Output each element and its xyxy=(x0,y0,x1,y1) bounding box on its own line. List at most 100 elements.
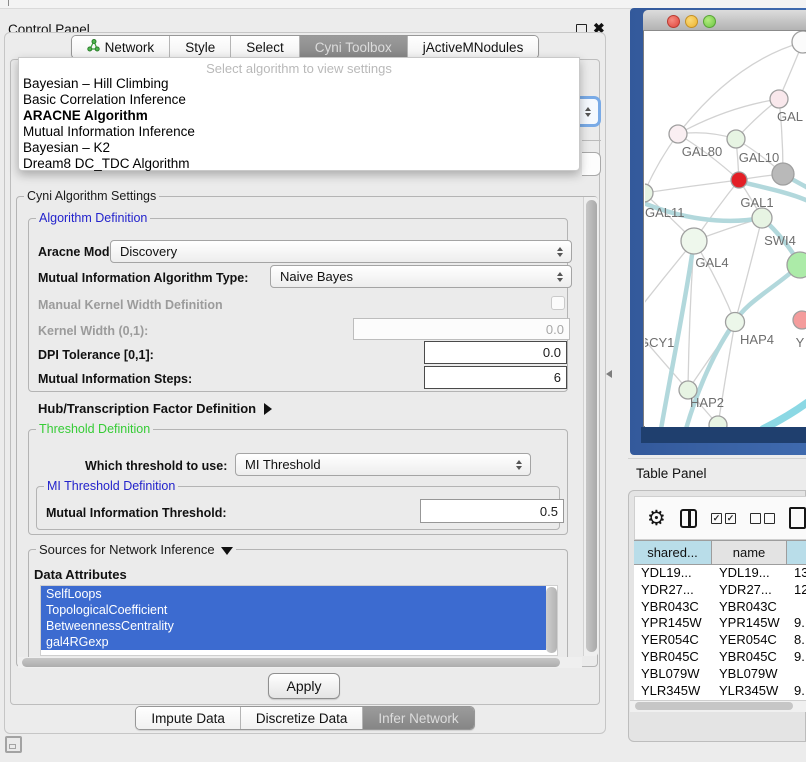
network-node-swi4[interactable] xyxy=(752,208,772,228)
hidden-groupbox-edge xyxy=(582,140,601,141)
network-edge[interactable] xyxy=(645,134,678,193)
tab-select[interactable]: Select xyxy=(230,36,299,58)
tab-network[interactable]: Network xyxy=(72,36,170,58)
table-hscrollbar-thumb[interactable] xyxy=(635,702,793,710)
mi-algorithm-type-combobox[interactable]: Naive Bayes xyxy=(270,265,572,288)
close-traffic-light-icon[interactable] xyxy=(667,15,680,28)
control-panel-titlebar: Control Panel ✖ xyxy=(0,10,610,32)
hub-definition-toggle[interactable]: Hub/Transcription Factor Definition xyxy=(38,401,272,416)
attribute-item[interactable]: SelfLoops xyxy=(41,586,546,602)
docked-panel-icon[interactable] xyxy=(5,736,22,753)
network-node[interactable] xyxy=(792,31,806,53)
mi-threshold-field[interactable]: 0.5 xyxy=(420,499,564,523)
column-header[interactable]: name xyxy=(712,541,787,564)
network-edge[interactable] xyxy=(645,180,739,193)
sources-group-title[interactable]: Sources for Network Inference xyxy=(36,542,236,557)
network-node[interactable] xyxy=(787,252,806,278)
tab-discretize-data[interactable]: Discretize Data xyxy=(240,707,363,729)
combo-stepper-icon xyxy=(580,107,595,117)
table-row[interactable]: YBR045CYBR045C9. xyxy=(634,649,806,666)
dpi-tolerance-field[interactable]: 0.0 xyxy=(424,341,567,364)
table-cell: YDL19... xyxy=(712,565,787,582)
which-threshold-value: MI Threshold xyxy=(236,457,511,472)
table-cell: YPR145W xyxy=(712,615,787,632)
zoom-traffic-light-icon[interactable] xyxy=(703,15,716,28)
mi-steps-field[interactable]: 6 xyxy=(424,366,567,389)
apply-button[interactable]: Apply xyxy=(268,673,340,699)
network-node[interactable] xyxy=(772,163,794,185)
attribute-item[interactable]: gal4RGexp xyxy=(41,634,546,650)
table-row[interactable]: YER054CYER054C8. xyxy=(634,632,806,649)
network-edge[interactable] xyxy=(645,322,688,390)
table-row[interactable]: YPR145WYPR145W9. xyxy=(634,615,806,632)
network-node-gal[interactable] xyxy=(770,90,788,108)
network-edge[interactable] xyxy=(686,322,735,427)
algorithm-option[interactable]: ARACNE Algorithm xyxy=(19,108,579,124)
minimize-traffic-light-icon[interactable] xyxy=(685,15,698,28)
table-row[interactable]: YBL079WYBL079W xyxy=(634,666,806,683)
column-header[interactable]: A xyxy=(787,541,806,564)
combo-stepper-icon xyxy=(511,460,527,470)
node-label: GAL1 xyxy=(740,195,773,210)
table-cell: YDR27... xyxy=(712,582,787,599)
network-node-gal11[interactable] xyxy=(645,184,653,202)
node-label: GAL10 xyxy=(739,150,779,165)
algorithm-option[interactable]: Mutual Information Inference xyxy=(19,124,579,140)
manual-kernel-width-checkbox[interactable] xyxy=(551,296,565,310)
hidden-field-fragment xyxy=(582,152,601,176)
network-node-gal80[interactable] xyxy=(669,125,687,143)
attribute-item[interactable]: BetweennessCentrality xyxy=(41,618,546,634)
algorithm-option[interactable]: Bayesian – K2 xyxy=(19,140,579,156)
table-cell: YBR045C xyxy=(712,649,787,666)
network-node-hap4[interactable] xyxy=(726,313,745,332)
algorithm-option[interactable]: Basic Correlation Inference xyxy=(19,92,579,108)
table-cell xyxy=(787,666,806,683)
mi-steps-label: Mutual Information Steps: xyxy=(38,372,192,386)
tab-impute-data[interactable]: Impute Data xyxy=(136,707,240,729)
splitpane-collapse-icon[interactable] xyxy=(606,370,612,378)
attribute-item[interactable]: TopologicalCoefficient xyxy=(41,602,546,618)
network-node-gal1[interactable] xyxy=(731,172,747,188)
algorithm-definition-title: Algorithm Definition xyxy=(36,211,150,225)
tab-cyni-toolbox[interactable]: Cyni Toolbox xyxy=(299,36,407,58)
unchecked-boxes-icon[interactable] xyxy=(750,513,775,524)
network-node-y[interactable] xyxy=(793,311,806,329)
gear-icon[interactable]: ⚙ xyxy=(647,508,666,529)
network-canvas[interactable]: GALGAL80GAL10GAL1GAL11SWI4GAL4HAP4YGCY1H… xyxy=(645,31,806,427)
file-icon[interactable] xyxy=(789,507,806,529)
settings-vscrollbar-track[interactable] xyxy=(583,197,598,656)
table-row[interactable]: YDL19...YDL19...13 xyxy=(634,565,806,582)
tab-jactivemnodules[interactable]: jActiveMNodules xyxy=(407,36,539,58)
cyni-settings-group-title: Cyni Algorithm Settings xyxy=(24,189,159,203)
node-label: HAP4 xyxy=(740,332,774,347)
table-row[interactable]: YBR043CYBR043C xyxy=(634,599,806,616)
tab-style[interactable]: Style xyxy=(169,36,230,58)
data-attributes-list[interactable]: SelfLoopsTopologicalCoefficientBetweenne… xyxy=(40,585,558,656)
settings-vscrollbar-thumb[interactable] xyxy=(586,200,597,652)
column-header[interactable]: shared... xyxy=(634,541,712,564)
bottom-tabs: Impute DataDiscretize DataInfer Network xyxy=(135,706,474,730)
network-node-gal4[interactable] xyxy=(681,228,707,254)
algorithm-option[interactable]: Dream8 DC_TDC Algorithm xyxy=(19,156,579,172)
split-columns-icon[interactable] xyxy=(680,509,697,528)
tab-infer-network[interactable]: Infer Network xyxy=(362,707,473,729)
node-label: GCY1 xyxy=(645,335,674,350)
algorithm-dropdown-list: Bayesian – Hill ClimbingBasic Correlatio… xyxy=(19,76,579,172)
control-panel-tabbar: NetworkStyleSelectCyni ToolboxjActiveMNo… xyxy=(0,35,610,59)
network-node-gal10[interactable] xyxy=(727,130,745,148)
inference-algorithm-combobox-fragment[interactable] xyxy=(580,96,601,127)
network-edge[interactable] xyxy=(763,402,806,427)
sources-title-text: Sources for Network Inference xyxy=(39,542,215,557)
table-panel-title: Table Panel xyxy=(636,466,707,481)
node-label: SWI4 xyxy=(764,233,796,248)
settings-hscrollbar-thumb[interactable] xyxy=(22,658,560,667)
table-row[interactable]: YDR27...YDR27...12 xyxy=(634,582,806,599)
table-row[interactable]: YLR345WYLR345W9. xyxy=(634,683,806,700)
checked-boxes-icon[interactable]: ✓✓ xyxy=(711,513,736,524)
table-cell: YER054C xyxy=(634,632,712,649)
algorithm-option[interactable]: Bayesian – Hill Climbing xyxy=(19,76,579,92)
aracne-mode-combobox[interactable]: Discovery xyxy=(110,240,572,263)
attributes-list-scrollbar[interactable] xyxy=(546,587,557,653)
kernel-width-field[interactable]: 0.0 xyxy=(353,318,570,340)
which-threshold-combobox[interactable]: MI Threshold xyxy=(235,453,531,476)
